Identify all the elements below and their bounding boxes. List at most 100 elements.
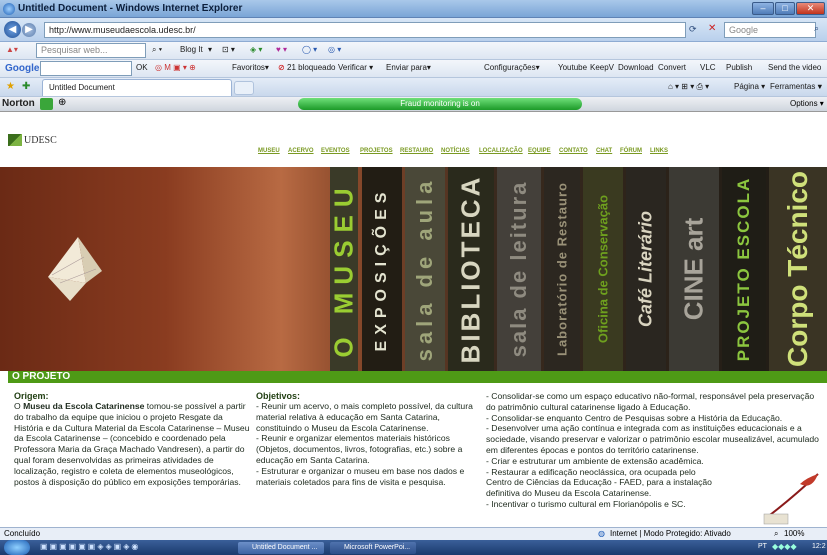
banner-museu-label: O MUSEU [330, 180, 358, 358]
google-logo: Google [5, 63, 40, 74]
page-menu[interactable]: Página ▾ [734, 82, 765, 91]
banner-exposicoes[interactable]: EXPOSIÇÕES [362, 167, 402, 371]
close-button[interactable]: ✕ [796, 2, 825, 15]
banner-cine[interactable]: CINE art [669, 167, 719, 371]
convert-button[interactable]: Convert [658, 63, 686, 72]
nav-projetos[interactable]: PROJETOS [360, 148, 393, 154]
toolbar-item[interactable]: ⊡ ▾ [222, 45, 235, 54]
tab-active[interactable]: Untitled Document [42, 79, 232, 96]
add-favorite-icon[interactable]: ✚ [22, 81, 30, 92]
maximize-button[interactable]: □ [775, 2, 795, 15]
popups-blocked[interactable]: 21 bloqueado [287, 63, 336, 72]
toolbar-item[interactable]: ◈ ▾ [250, 45, 262, 54]
send-video-button[interactable]: Send the video [768, 63, 821, 72]
taskbar-ie-label: Untitled Document ... [252, 544, 318, 551]
fraud-monitor-status[interactable]: Fraud monitoring is on [298, 98, 582, 110]
toolbar-item[interactable]: ◎ ▾ [328, 45, 341, 54]
globe-icon[interactable]: ⊕ [58, 97, 66, 108]
nav-equipe[interactable]: EQUIPE [528, 148, 551, 154]
banner-projeto-escola[interactable]: PROJETO ESCOLA [722, 167, 766, 371]
banner-corpo-tecnico[interactable]: Corpo Técnico [769, 167, 827, 371]
security-zone[interactable]: Internet | Modo Protegido: Ativado [610, 529, 731, 538]
ask-toolbar: ▲▾ Pesquisar web... ⌕ ▾ Blog It ▾ ⊡ ▾ ◈ … [0, 42, 827, 60]
banner-sala-aula[interactable]: sala de aula [405, 167, 445, 371]
quill-stamp-image [760, 470, 822, 526]
new-tab-button[interactable] [234, 81, 254, 95]
objetivo-item: - Desenvolver uma ação contínua e integr… [486, 423, 819, 455]
section-title: O PROJETO [12, 371, 71, 382]
vlc-button[interactable]: VLC [700, 63, 716, 72]
zoom-level[interactable]: 100% [784, 529, 804, 538]
language-indicator[interactable]: PT [758, 543, 767, 550]
home-icon[interactable]: ⌂ ▾ ⊞ ▾ ⎙ ▾ [668, 82, 709, 92]
quick-launch-icons[interactable]: ▣▣▣▣▣▣◈◈▣◈◉ [40, 542, 140, 551]
banner-oficina-label: Oficina de Conservação [595, 194, 611, 344]
objetivo-item: - Incentivar o turismo cultural em Flori… [486, 498, 686, 509]
udesc-logo: UDESC [24, 135, 57, 146]
toolbar-dropdown[interactable]: ▾ [208, 45, 212, 54]
blog-it-button[interactable]: Blog It [180, 45, 203, 54]
refresh-icon[interactable]: ⟳ [689, 24, 697, 35]
google-search-input[interactable] [40, 61, 132, 76]
google-ok-button[interactable]: OK [136, 63, 148, 72]
nav-links[interactable]: LINKS [650, 148, 668, 154]
norton-safe-icon[interactable] [40, 98, 53, 110]
favorites-button[interactable]: Favoritos▾ [232, 63, 269, 72]
minimize-button[interactable]: – [752, 2, 774, 15]
banner-museu[interactable]: O MUSEU [330, 167, 358, 371]
youtube-link[interactable]: Youtube [558, 63, 587, 72]
url-input[interactable]: http://www.museudaescola.udesc.br/ [44, 22, 686, 38]
objetivo-item: - Reunir e organizar elementos materiais… [256, 433, 463, 465]
objetivo-item: Centro de Ciências da Educação - FAED, p… [486, 477, 712, 488]
taskbar-ie-task[interactable]: Untitled Document ... [238, 542, 324, 554]
favorites-star-icon[interactable]: ★ [6, 81, 15, 92]
forward-button[interactable]: ▶ [22, 23, 36, 37]
web-search-input[interactable]: Pesquisar web... [36, 43, 146, 58]
toolbar-item[interactable]: ♥ ▾ [276, 45, 287, 54]
search-box[interactable]: Google [724, 22, 816, 38]
nav-restauro[interactable]: RESTAURO [400, 148, 433, 154]
publish-button[interactable]: Publish [726, 63, 752, 72]
nav-acervo[interactable]: ACERVO [288, 148, 314, 154]
origem-prefix: O [14, 401, 24, 411]
settings-button[interactable]: Configurações▾ [484, 63, 540, 72]
google-tools-icon[interactable]: ◎ M ▣ ▾ ⊕ [155, 63, 196, 72]
toolbar-item[interactable]: ◯ ▾ [302, 45, 317, 54]
nav-eventos[interactable]: EVENTOS [321, 148, 350, 154]
nav-chat[interactable]: CHAT [596, 148, 612, 154]
back-button[interactable]: ◀ [4, 21, 21, 38]
nav-noticias[interactable]: NOTÍCIAS [441, 148, 470, 154]
nav-contato[interactable]: CONTATO [559, 148, 588, 154]
help-menu[interactable]: ▾ [818, 82, 822, 91]
tray-icons[interactable]: ◆◆◆◆ [772, 542, 797, 551]
nav-forum[interactable]: FÓRUM [620, 148, 642, 154]
objetivo-item: - Reunir um acervo, o mais completo poss… [256, 401, 473, 433]
ask-logo-icon: ▲▾ [6, 45, 18, 54]
site-nav: MUSEU ACERVO EVENTOS PROJETOS RESTAURO N… [258, 148, 678, 158]
send-to-button[interactable]: Enviar para▾ [386, 63, 431, 72]
download-button[interactable]: Download [618, 63, 654, 72]
objetivo-item: - Estruturar e organizar o museu em base… [256, 465, 465, 487]
search-icon[interactable]: ⌕ [814, 23, 819, 34]
taskbar-ppt-task[interactable]: Microsoft PowerPoi... [330, 542, 416, 554]
start-button[interactable] [4, 540, 30, 555]
paper-boat-image [40, 227, 110, 307]
tools-menu[interactable]: Ferramentas ▾ [770, 82, 822, 91]
stop-icon[interactable]: ✕ [708, 23, 716, 34]
banner-laboratorio[interactable]: Laboratório de Restauro [544, 167, 580, 371]
nav-museu[interactable]: MUSEU [258, 148, 280, 154]
keepv-link[interactable]: KeepV [590, 63, 614, 72]
nav-localizacao[interactable]: LOCALIZAÇÃO [479, 148, 523, 154]
spellcheck-button[interactable]: Verificar ▾ [338, 63, 373, 72]
udesc-logo-icon [8, 134, 22, 146]
banner-biblioteca-label: BIBLIOTECA [455, 174, 486, 364]
banner-biblioteca[interactable]: BIBLIOTECA [448, 167, 494, 371]
address-toolbar: ◀ ▶ http://www.museudaescola.udesc.br/ ⟳… [0, 18, 827, 42]
norton-options-button[interactable]: Options ▾ [790, 99, 824, 108]
banner-oficina[interactable]: Oficina de Conservação [583, 167, 623, 371]
banner-projeto-escola-label: PROJETO ESCOLA [734, 176, 753, 362]
banner-sala-aula-label: sala de aula [412, 176, 437, 362]
banner-cafe[interactable]: Café Literário [626, 167, 666, 371]
search-go-icon[interactable]: ⌕ ▾ [152, 45, 162, 55]
banner-sala-leitura[interactable]: sala de leitura [497, 167, 541, 371]
